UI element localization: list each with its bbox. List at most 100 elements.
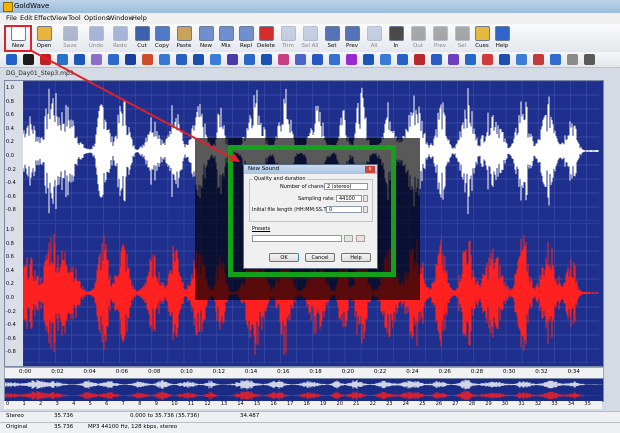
effect-tool-icon[interactable]: [533, 54, 544, 65]
effect-tool-icon[interactable]: [125, 54, 136, 65]
effect-tool-icon[interactable]: [567, 54, 578, 65]
toolbar-button-paste[interactable]: Paste: [172, 25, 196, 52]
effect-tool-icon[interactable]: [142, 54, 153, 65]
effect-tool-icon[interactable]: [74, 54, 85, 65]
effect-tool-icon[interactable]: [261, 54, 272, 65]
toolbar-button-zoom-prev[interactable]: Prev: [428, 25, 452, 52]
effect-tool-icon[interactable]: [363, 54, 374, 65]
add-preset-button[interactable]: [344, 235, 353, 242]
effect-tool-icon[interactable]: [431, 54, 442, 65]
effect-tool-icon[interactable]: [91, 54, 102, 65]
initial-length-input[interactable]: 0: [326, 206, 362, 213]
mix-icon: [218, 26, 234, 41]
menu-options[interactable]: Options: [84, 14, 109, 22]
time-tick-label: 0:12: [212, 369, 225, 375]
ok-button[interactable]: OK: [269, 253, 299, 262]
cancel-button[interactable]: Cancel: [305, 253, 335, 262]
help-icon: [494, 26, 510, 41]
effect-tool-icon[interactable]: [40, 54, 51, 65]
effect-tool-icon[interactable]: [448, 54, 459, 65]
time-tick-label: 0:22: [373, 369, 387, 375]
dialog-close-button[interactable]: x: [365, 166, 375, 173]
effect-tool-icon[interactable]: [346, 54, 357, 65]
effect-tool-icon[interactable]: [329, 54, 340, 65]
toolbar-button-open-folder[interactable]: Open: [32, 25, 56, 52]
effect-tool-icon[interactable]: [176, 54, 187, 65]
effect-tool-icon[interactable]: [23, 54, 34, 65]
effect-tool-icon[interactable]: [465, 54, 476, 65]
effect-tool-icon[interactable]: [159, 54, 170, 65]
effect-tool-icon[interactable]: [482, 54, 493, 65]
effect-tool-icon[interactable]: [278, 54, 289, 65]
toolbar-button-select-all[interactable]: Sel All: [298, 25, 322, 52]
initial-length-spinner[interactable]: [363, 206, 368, 213]
menu-view[interactable]: View: [52, 14, 67, 22]
toolbar-button-zoom-all[interactable]: All: [362, 25, 386, 52]
remove-preset-button[interactable]: [356, 235, 365, 242]
status-bar-1: Stereo 35.736 0.000 to 35.736 (35.736) 3…: [0, 411, 620, 422]
status-selection: 0.000 to 35.736 (35.736): [130, 413, 200, 419]
menu-file[interactable]: File: [6, 14, 17, 22]
amplitude-tick-label: -0.2: [6, 166, 16, 173]
toolbar-button-label: Prev: [346, 43, 358, 49]
toolbar-button-undo[interactable]: Undo: [84, 25, 108, 52]
presets-select[interactable]: [252, 235, 342, 242]
effect-tool-icon[interactable]: [210, 54, 221, 65]
status-channel-mode: Stereo: [6, 413, 24, 419]
time-tick-label: 0:34: [567, 369, 580, 375]
effect-tool-icon[interactable]: [584, 54, 595, 65]
amplitude-tick-label: 0.6: [6, 254, 14, 261]
menu-edit[interactable]: Edit: [20, 14, 33, 22]
overview-tick-label: 8: [138, 401, 142, 407]
menu-effect[interactable]: Effect: [34, 14, 53, 22]
overview-tick-label: 28: [468, 401, 476, 407]
overview-time-ruler: 0 1 2 3 4 5 6 7 8 9 10 11 12 13 14 15 16 17 18 19 20 21 22 23 24…: [4, 401, 602, 409]
time-tick-label: 0:00: [19, 369, 32, 375]
effect-tool-icon[interactable]: [57, 54, 68, 65]
sampling-rate-spinner[interactable]: [363, 195, 368, 202]
title-bar: GoldWave: [0, 0, 620, 13]
toolbar-button-copy[interactable]: Copy: [150, 25, 174, 52]
toolbar-button-help[interactable]: Help: [490, 25, 514, 52]
toolbar-button-trim[interactable]: Trim: [276, 25, 300, 52]
overview-tick-label: 21: [353, 401, 360, 407]
effect-tool-icon[interactable]: [380, 54, 391, 65]
effect-tool-icon[interactable]: [244, 54, 255, 65]
effect-tool-icon[interactable]: [193, 54, 204, 65]
toolbar-button-redo[interactable]: Redo: [108, 25, 132, 52]
toolbar-button-label: In: [393, 43, 399, 49]
toolbar-button-save[interactable]: Save: [58, 25, 82, 52]
effect-tool-icon[interactable]: [6, 54, 17, 65]
effect-tool-icon[interactable]: [108, 54, 119, 65]
help-button[interactable]: Help: [341, 253, 371, 262]
overview-tick-label: 35: [584, 401, 591, 407]
effect-tool-icon[interactable]: [397, 54, 408, 65]
overview-tick-label: 7: [121, 401, 125, 407]
menu-window[interactable]: Window: [108, 14, 134, 22]
effect-tool-icon[interactable]: [312, 54, 323, 65]
paste-new-icon: [198, 26, 214, 41]
amplitude-tick-label: 0.4: [6, 125, 14, 132]
amplitude-tick-label: 1.0: [6, 227, 14, 233]
toolbar-button-zoom-in[interactable]: In: [384, 25, 408, 52]
effect-tool-icon[interactable]: [295, 54, 306, 65]
toolbar-button-delete-x[interactable]: Delete: [254, 25, 278, 52]
overview-waveform[interactable]: [4, 378, 604, 402]
sampling-rate-input[interactable]: 44100: [336, 195, 362, 202]
toolbar-button-label: Undo: [88, 43, 104, 49]
overview-tick-label: 2: [39, 401, 43, 407]
effect-tool-icon[interactable]: [414, 54, 425, 65]
document-tab[interactable]: DG_Day01_Step3.mp3: [6, 70, 116, 79]
menu-help[interactable]: Help: [132, 14, 147, 22]
channels-select[interactable]: 2 (stereo): [324, 183, 368, 190]
effect-tool-icon[interactable]: [499, 54, 510, 65]
toolbar-button-previous[interactable]: Prev: [340, 25, 364, 52]
toolbar-button-zoom-out[interactable]: Out: [406, 25, 430, 52]
menu-tool[interactable]: Tool: [68, 14, 81, 22]
effect-tool-icon[interactable]: [516, 54, 527, 65]
effect-tool-icon[interactable]: [550, 54, 561, 65]
status-position: 34.487: [240, 413, 260, 419]
overview-tick-label: 20: [336, 401, 343, 407]
effect-tool-icon[interactable]: [227, 54, 238, 65]
overview-tick-label: 29: [485, 401, 492, 407]
